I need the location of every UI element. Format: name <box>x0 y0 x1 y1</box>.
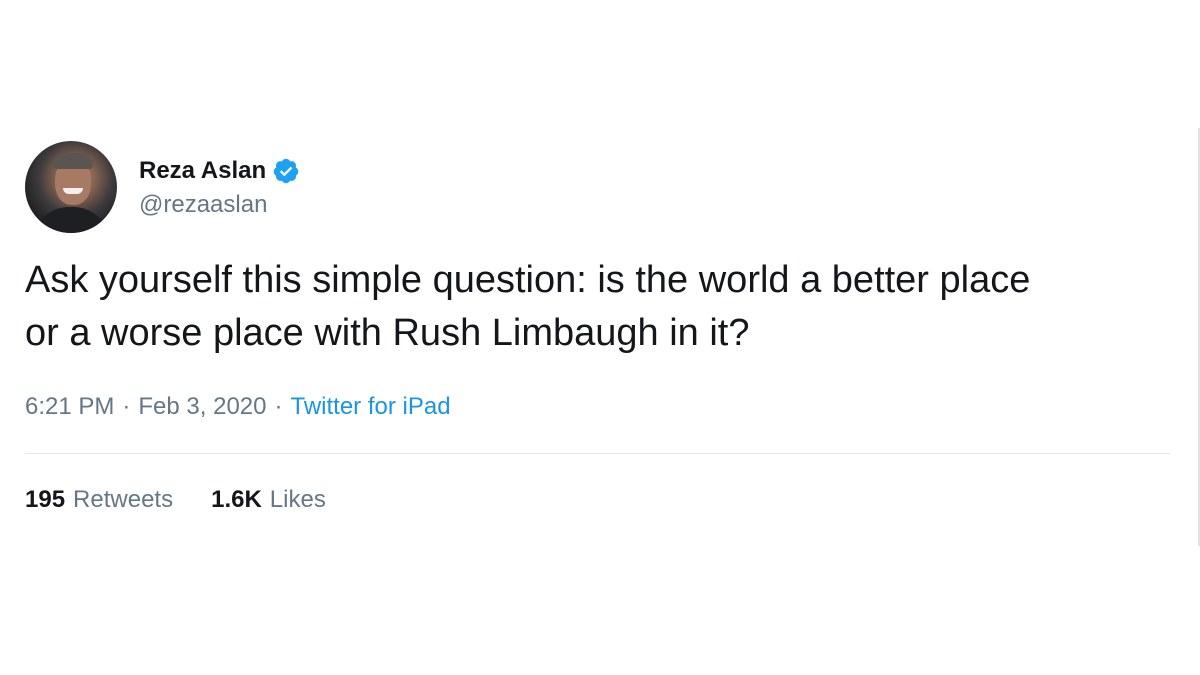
retweets-count: 195 <box>25 486 66 513</box>
tweet-text-line-2: or a worse place with Rush Limbaugh in i… <box>25 312 750 354</box>
likes-stat[interactable]: 1.6K Likes <box>211 486 326 514</box>
author-display-name[interactable]: Reza Aslan <box>139 157 266 185</box>
tweet-stats: 195 Retweets 1.6K Likes <box>25 486 1170 514</box>
author-info: Reza Aslan @rezaaslan <box>139 155 300 219</box>
retweets-stat[interactable]: 195 Retweets <box>25 486 173 514</box>
likes-label: Likes <box>269 486 326 513</box>
likes-count: 1.6K <box>211 486 262 513</box>
tweet-meta: 6:21 PM · Feb 3, 2020 · Twitter for iPad <box>25 391 1170 423</box>
retweets-label: Retweets <box>73 486 174 513</box>
tweet-header: Reza Aslan @rezaaslan <box>25 140 1170 234</box>
avatar[interactable] <box>25 141 117 233</box>
display-name-row: Reza Aslan <box>139 155 300 187</box>
tweet-text: Ask yourself this simple question: is th… <box>25 254 1155 360</box>
meta-separator: · <box>122 393 131 420</box>
stats-divider <box>25 453 1170 454</box>
avatar-shirt <box>31 207 111 233</box>
tweet-source-link[interactable]: Twitter for iPad <box>291 393 451 421</box>
verified-badge-icon <box>273 158 299 184</box>
tweet-date[interactable]: Feb 3, 2020 <box>138 393 266 421</box>
tweet-text-line-1: Ask yourself this simple question: is th… <box>25 259 1031 301</box>
tweet-card: Reza Aslan @rezaaslan Ask yourself this … <box>25 140 1170 514</box>
tweet-time[interactable]: 6:21 PM <box>25 393 114 421</box>
avatar-smile <box>63 188 83 194</box>
avatar-hair <box>53 153 93 169</box>
author-handle[interactable]: @rezaaslan <box>139 191 300 219</box>
meta-separator: · <box>274 393 283 420</box>
